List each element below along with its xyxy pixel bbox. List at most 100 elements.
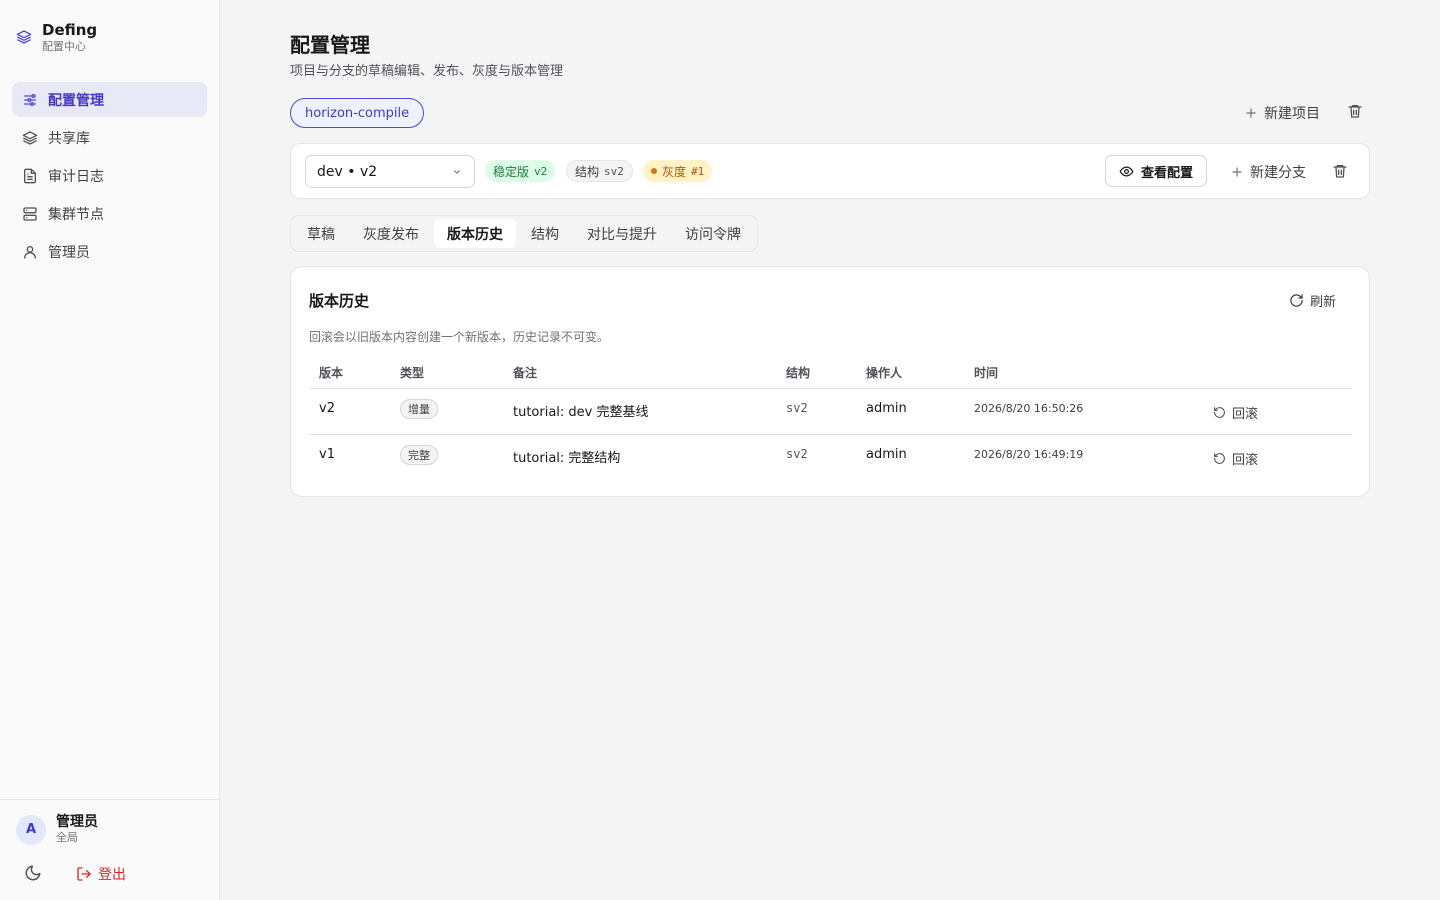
new-project-label: 新建项目 [1264,106,1320,122]
gray-count: #1 [691,164,705,178]
server-icon [22,206,38,222]
time-cell: 2026/8/20 16:50:26 [974,402,1084,415]
tab-access-tokens[interactable]: 访问令牌 [672,219,754,248]
version-cell: v1 [319,447,335,462]
column-header-time: 时间 [974,366,999,380]
trash-icon [1332,163,1348,179]
sliders-icon [22,92,38,108]
sidebar-nav: 配置管理 共享库 审计日志 集群节点 管理员 [12,82,207,272]
project-chip[interactable]: horizon-compile [290,98,425,128]
rotate-ccw-icon [1213,406,1226,419]
operator-cell: admin [866,447,907,462]
rollback-label: 回滚 [1232,407,1259,422]
sidebar: Defing 配置中心 配置管理 共享库 审计日志 集群节点 管理员 A 管理员… [0,0,220,900]
user-scope: 全局 [56,831,78,844]
trash-icon [1347,103,1363,119]
rollback-button[interactable]: 回滚 [1213,403,1258,422]
sidebar-item-config[interactable]: 配置管理 [12,82,207,117]
note-cell: tutorial: dev 完整基线 [513,405,649,420]
branch-select[interactable]: dev • v2 [305,155,475,188]
tab-gray-release[interactable]: 灰度发布 [350,219,432,248]
logout-label: 登出 [98,867,126,883]
branch-select-value: dev • v2 [317,163,378,180]
delete-project-button[interactable] [1347,103,1363,119]
type-tag: 增量 [400,399,438,419]
sidebar-item-shared-library[interactable]: 共享库 [12,120,207,155]
eye-icon [1119,164,1134,179]
sidebar-item-label: 管理员 [48,244,90,261]
status-dot [651,168,657,174]
sidebar-item-admins[interactable]: 管理员 [12,234,207,269]
layers-icon [16,29,32,45]
layers-icon [22,130,38,146]
user-icon [22,244,38,260]
version-history-panel: 版本历史 刷新 回滚会以旧版本内容创建一个新版本，历史记录不可变。 版本 类型 … [290,266,1370,497]
brand[interactable]: Defing 配置中心 [16,20,97,54]
schema-cell: sv2 [786,401,808,415]
tab-schema[interactable]: 结构 [518,219,572,248]
operator-cell: admin [866,401,907,416]
refresh-label: 刷新 [1310,295,1337,310]
rollback-button[interactable]: 回滚 [1213,449,1258,468]
page-subtitle: 项目与分支的草稿编辑、发布、灰度与版本管理 [290,64,564,79]
sidebar-item-label: 共享库 [48,130,90,147]
new-branch-label: 新建分支 [1250,165,1306,181]
plus-icon [1230,165,1244,179]
schema-label: 结构 [575,164,600,179]
page-title: 配置管理 [290,33,370,57]
sidebar-footer: A 管理员 全局 登出 [0,799,219,900]
user-name: 管理员 [56,814,98,830]
refresh-button[interactable]: 刷新 [1289,291,1336,310]
moon-icon[interactable] [24,864,42,882]
column-header-schema: 结构 [786,366,811,380]
rotate-ccw-icon [1213,452,1226,465]
table-header: 版本 类型 备注 结构 操作人 时间 [309,360,1352,389]
refresh-icon [1289,293,1304,308]
schema-version-badge: 结构 sv2 [566,160,633,182]
brand-subtitle: 配置中心 [42,40,86,53]
stable-label: 稳定版 [493,164,530,179]
new-project-button[interactable]: 新建项目 [1244,103,1320,123]
main-content: 配置管理 项目与分支的草稿编辑、发布、灰度与版本管理 horizon-compi… [220,0,1440,900]
tab-draft[interactable]: 草稿 [294,219,348,248]
delete-branch-button[interactable] [1332,163,1348,179]
rollback-label: 回滚 [1232,453,1259,468]
chevron-down-icon [452,167,462,177]
schema-cell: sv2 [786,447,808,461]
sidebar-item-label: 审计日志 [48,168,104,185]
panel-description: 回滚会以旧版本内容创建一个新版本，历史记录不可变。 [309,330,610,344]
sidebar-item-label: 配置管理 [48,92,104,109]
stable-version-badge: 稳定版 v2 [485,160,556,182]
gray-release-badge: 灰度 #1 [643,160,713,182]
type-tag: 完整 [400,445,438,465]
tab-bar: 草稿 灰度发布 版本历史 结构 对比与提升 访问令牌 [290,215,758,252]
version-cell: v2 [319,401,335,416]
brand-name: Defing [42,21,98,39]
time-cell: 2026/8/20 16:49:19 [974,448,1084,461]
current-user: A 管理员 全局 [16,814,98,845]
note-cell: tutorial: 完整结构 [513,451,621,466]
column-header-note: 备注 [513,366,538,380]
sidebar-item-audit-log[interactable]: 审计日志 [12,158,207,193]
table-row: v1 完整 tutorial: 完整结构 sv2 admin 2026/8/20… [309,435,1352,481]
tab-compare-promote[interactable]: 对比与提升 [574,219,670,248]
file-text-icon [22,168,38,184]
view-config-label: 查看配置 [1141,165,1194,181]
new-branch-button[interactable]: 新建分支 [1230,162,1306,182]
table-row: v2 增量 tutorial: dev 完整基线 sv2 admin 2026/… [309,389,1352,435]
sidebar-item-cluster-nodes[interactable]: 集群节点 [12,196,207,231]
column-header-type: 类型 [400,366,425,380]
view-config-button[interactable]: 查看配置 [1105,155,1208,187]
column-header-version: 版本 [319,366,344,380]
logout-icon [76,866,92,882]
column-header-operator: 操作人 [866,366,903,380]
schema-version: sv2 [604,164,624,178]
gray-label: 灰度 [662,164,687,179]
branch-bar: dev • v2 稳定版 v2 结构 sv2 灰度 #1 查看配置 新建分支 [290,143,1370,199]
tab-version-history[interactable]: 版本历史 [434,219,516,248]
sidebar-item-label: 集群节点 [48,206,104,223]
logout-button[interactable]: 登出 [76,864,126,884]
version-table: 版本 类型 备注 结构 操作人 时间 v2 增量 tutorial: dev 完… [309,360,1352,481]
plus-icon [1244,106,1258,120]
stable-version: v2 [534,164,548,178]
